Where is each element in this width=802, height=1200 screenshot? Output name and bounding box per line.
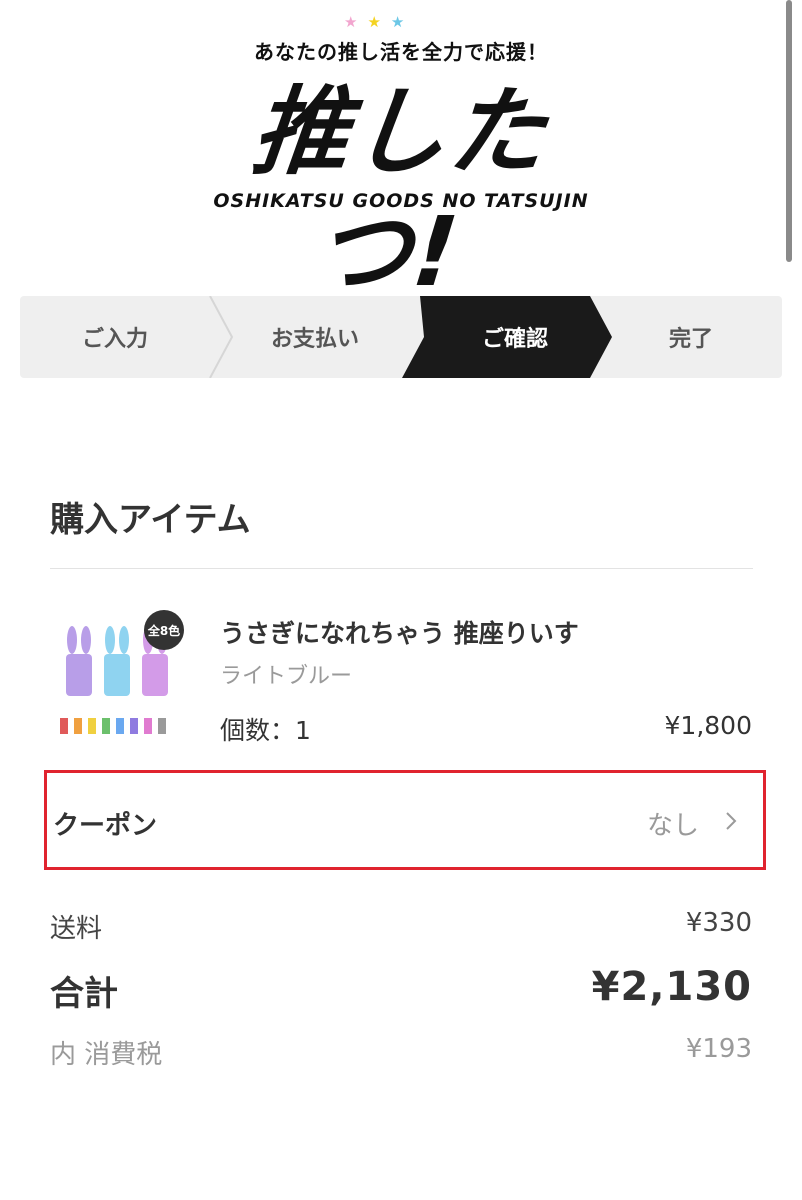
star-icon: ★ — [390, 13, 405, 31]
product-variant: ライトブルー — [220, 664, 353, 689]
shipping-label: 送料 — [50, 914, 103, 944]
site-logo[interactable]: 推したつ! — [204, 72, 597, 308]
site-logo-subtitle: OSHIKATSU GOODS NO TATSUJIN — [213, 190, 589, 212]
step-payment: お支払い — [270, 327, 359, 352]
coupon-value: なし — [646, 811, 699, 841]
star-icon: ★ — [344, 13, 358, 31]
color-count-badge: 全8色 — [144, 610, 184, 650]
section-title-purchase-items: 購入アイテム — [50, 500, 251, 540]
site-header: ★ ★ ★ あなたの推し活を全力で応援！ 推したつ! OSHIKATSU GOO… — [0, 0, 802, 308]
checkout-confirm-page: ★ ★ ★ あなたの推し活を全力で応援！ 推したつ! OSHIKATSU GOO… — [0, 0, 802, 1200]
product-name: うさぎになれちゃう 推座りいす — [220, 619, 579, 648]
shipping-value: ¥330 — [685, 908, 752, 938]
step-input: ご入力 — [81, 327, 148, 352]
tax-value: ¥193 — [685, 1034, 752, 1064]
coupon-row[interactable]: クーポン なし — [44, 770, 766, 870]
step-confirm-active: ご確認 — [481, 327, 548, 352]
product-price: ¥1,800 — [664, 711, 752, 740]
chevron-right-icon — [726, 812, 737, 830]
checkout-stepper: ご入力 お支払い ご確認 完了 — [20, 296, 782, 378]
total-value: ¥2,130 — [591, 964, 752, 1010]
total-label: 合計 — [50, 974, 118, 1014]
decorative-stars: ★ ★ ★ — [344, 14, 404, 30]
product-quantity: 個数：1 — [220, 716, 311, 745]
tax-label: 内 消費税 — [50, 1040, 163, 1070]
section-divider — [50, 568, 753, 569]
step-complete: 完了 — [668, 327, 713, 352]
product-thumbnail: 全8色 — [50, 610, 186, 746]
coupon-label: クーポン — [53, 811, 158, 841]
site-tagline: あなたの推し活を全力で応援！ — [254, 40, 548, 64]
star-icon: ★ — [367, 13, 381, 31]
